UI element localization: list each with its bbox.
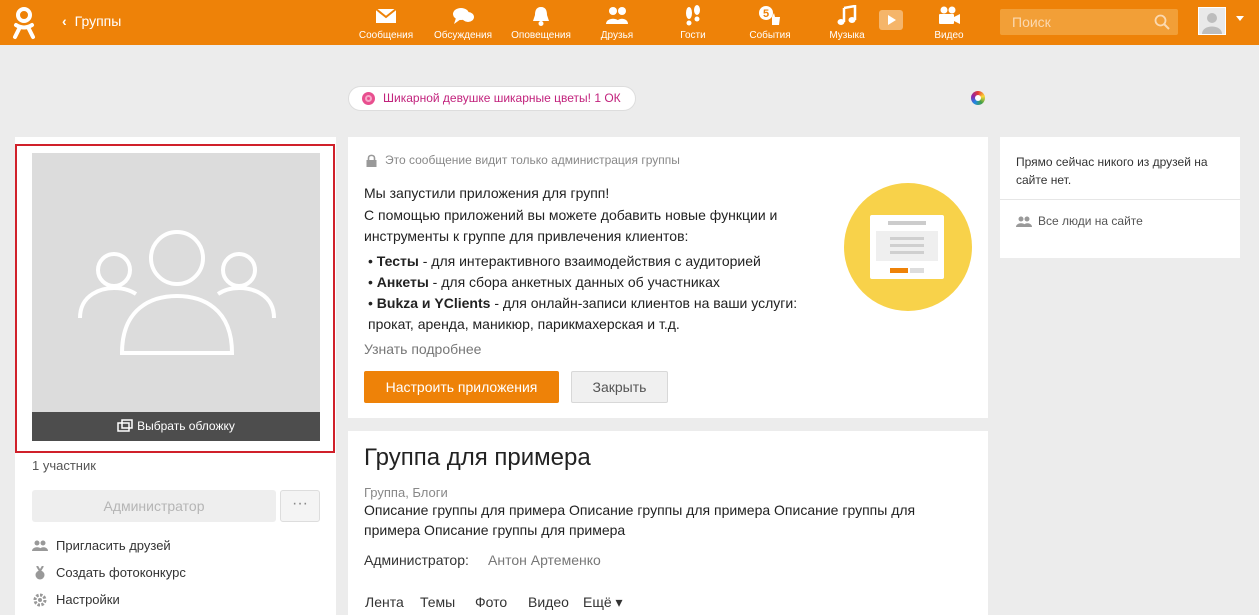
choose-cover-label: Выбрать обложку: [137, 419, 235, 433]
bullet-text: - для сбора анкетных данных об участника…: [428, 274, 720, 290]
nav-music[interactable]: Музыка: [812, 0, 882, 45]
group-description: Описание группы для примера Описание гру…: [364, 502, 916, 538]
envelope-icon: [375, 8, 397, 23]
learn-more-link[interactable]: Узнать подробнее: [364, 341, 481, 357]
group-category: Группа, Блоги: [364, 485, 448, 500]
nav-label: Музыка: [829, 30, 865, 41]
tab-videos[interactable]: Видео: [528, 594, 569, 610]
group-admin-name-link[interactable]: Антон Артеменко: [488, 552, 601, 568]
chevron-down-icon[interactable]: [1236, 16, 1244, 21]
message-line: Мы запустили приложения для групп!: [364, 185, 610, 201]
apps-illustration-icon: [844, 183, 972, 311]
tab-feed[interactable]: Лента: [365, 594, 404, 610]
back-label: Группы: [74, 13, 122, 29]
bullet-item: • Тесты - для интерактивного взаимодейст…: [368, 253, 761, 269]
nav-guests[interactable]: Гости: [658, 0, 728, 45]
nav-label: Оповещения: [511, 30, 571, 41]
bullet-continuation: прокат, аренда, маникюр, парикмахерская …: [368, 316, 680, 332]
tab-more[interactable]: Ещё ▾: [583, 594, 623, 611]
color-picker-icon[interactable]: [971, 91, 985, 105]
bell-icon: [533, 7, 549, 26]
nav-events[interactable]: 5 События: [735, 0, 805, 45]
bullet-text: - для интерактивного взаимодействия с ау…: [418, 253, 761, 269]
back-to-groups-link[interactable]: ‹ Группы: [62, 13, 121, 29]
nav-label: Гости: [680, 30, 706, 41]
bullet-bold: Bukza и YClients: [376, 295, 491, 311]
members-count[interactable]: 1 участник: [32, 458, 96, 473]
search-box: [1000, 9, 1178, 35]
link-label: Создать фотоконкурс: [56, 565, 186, 580]
bullet-text: - для онлайн-записи клиентов на ваши усл…: [490, 295, 798, 311]
group-title: Группа для примера: [364, 444, 591, 471]
settings-link[interactable]: Настройки: [32, 592, 120, 607]
lock-icon: [366, 154, 377, 167]
setup-apps-button[interactable]: Настроить приложения: [364, 371, 559, 403]
admin-only-notice: Это сообщение видит только администрация…: [366, 153, 680, 167]
nav-label: Сообщения: [358, 30, 414, 41]
photo-icon: [117, 419, 133, 432]
nav-video[interactable]: Видео: [914, 0, 984, 45]
footprints-icon: [686, 5, 700, 26]
nav-label: События: [749, 30, 791, 41]
choose-cover-button[interactable]: Выбрать обложку: [32, 412, 320, 441]
notice-text: Это сообщение видит только администрация…: [385, 153, 680, 167]
video-camera-icon: [939, 6, 960, 24]
invite-friends-icon: [32, 540, 48, 551]
gear-icon: [33, 593, 47, 606]
more-options-button[interactable]: ···: [280, 490, 320, 522]
chat-bubbles-icon: [453, 8, 474, 24]
group-placeholder-icon: [78, 230, 276, 355]
music-note-icon: [837, 5, 857, 25]
bullet-bold: Тесты: [376, 253, 419, 269]
message-line: С помощью приложений вы можете добавить …: [364, 207, 778, 223]
bullet-bold: Анкеты: [376, 274, 429, 290]
group-cover[interactable]: Выбрать обложку: [32, 153, 320, 441]
thumbs-up-icon: 5: [759, 6, 780, 25]
gift-text: Шикарной девушке шикарные цветы! 1 ОК: [383, 91, 621, 105]
bullet-item: • Анкеты - для сбора анкетных данных об …: [368, 274, 720, 290]
all-people-label: Все люди на сайте: [1038, 214, 1143, 228]
search-input[interactable]: [1000, 9, 1150, 35]
tab-photos[interactable]: Фото: [475, 594, 507, 610]
nav-label: Видео: [934, 30, 964, 41]
administrator-button[interactable]: Администратор: [32, 490, 276, 522]
group-admin-label: Администратор:: [364, 552, 469, 568]
people-icon: [1016, 216, 1032, 227]
play-icon[interactable]: [878, 9, 904, 31]
nav-messages[interactable]: Сообщения: [351, 0, 421, 45]
search-icon[interactable]: [1154, 14, 1170, 30]
medal-icon: [35, 565, 45, 579]
nav-discussions[interactable]: Обсуждения: [428, 0, 498, 45]
link-label: Пригласить друзей: [56, 538, 171, 553]
nav-label: Обсуждения: [433, 30, 493, 41]
invite-friends-link[interactable]: Пригласить друзей: [32, 538, 171, 553]
ok-logo-icon[interactable]: [10, 6, 38, 40]
user-avatar[interactable]: [1198, 7, 1226, 35]
nav-notifications[interactable]: Оповещения: [506, 0, 576, 45]
create-photo-contest-link[interactable]: Создать фотоконкурс: [32, 565, 186, 580]
rose-icon: [362, 92, 375, 105]
top-bar: ‹ Группы Сообщения Обсуждения Оповещения…: [0, 0, 1259, 45]
no-friends-online-text: Прямо сейчас никого из друзей на сайте н…: [1016, 155, 1208, 187]
close-button[interactable]: Закрыть: [571, 371, 668, 403]
nav-friends[interactable]: Друзья: [582, 0, 652, 45]
friends-icon: [606, 7, 628, 24]
link-label: Настройки: [56, 592, 120, 607]
chevron-left-icon: ‹: [62, 13, 67, 29]
nav-label: Друзья: [600, 30, 634, 41]
avatar-silhouette-icon: [1202, 13, 1222, 34]
events-badge: 5: [763, 8, 769, 20]
divider: [1000, 199, 1240, 200]
message-line: инструменты к группе для привлечения кли…: [364, 228, 689, 244]
gift-promo-link[interactable]: Шикарной девушке шикарные цветы! 1 ОК: [348, 86, 636, 111]
tab-topics[interactable]: Темы: [420, 594, 455, 610]
all-people-online-link[interactable]: Все люди на сайте: [1016, 214, 1143, 228]
bullet-item: • Bukza и YClients - для онлайн-записи к…: [368, 295, 798, 311]
